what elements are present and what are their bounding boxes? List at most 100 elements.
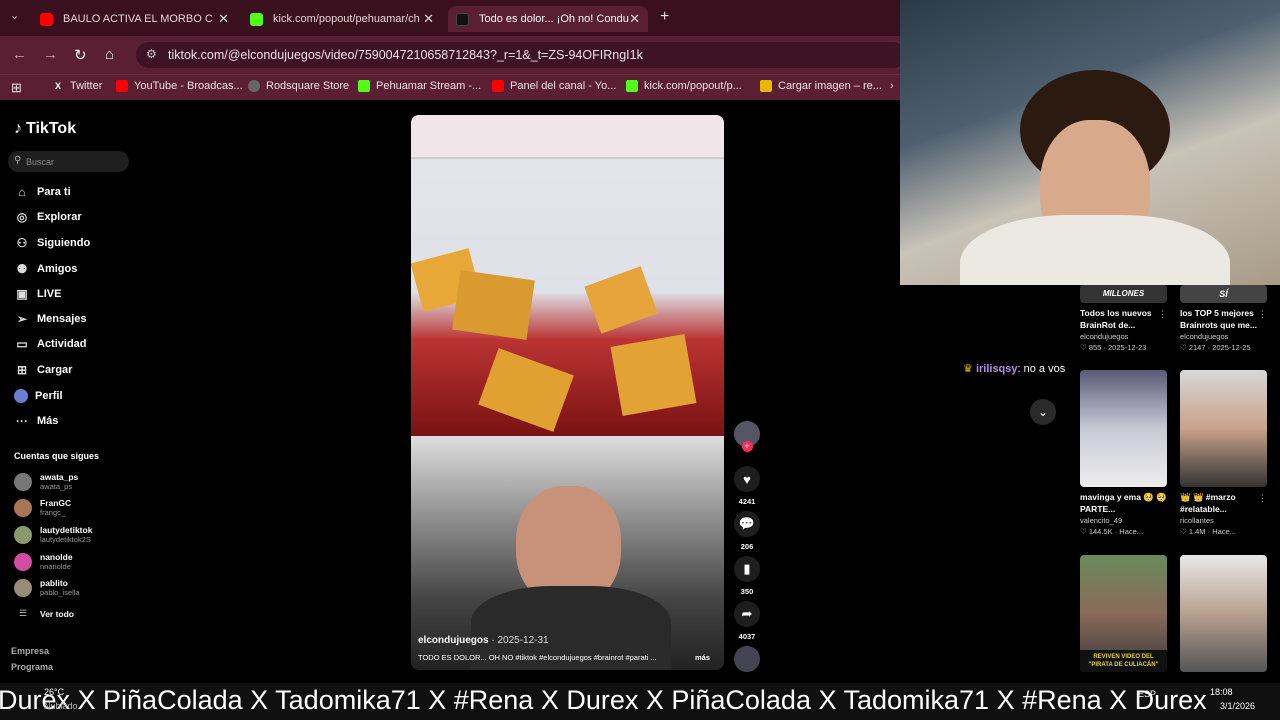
bookmark-kick-popout[interactable]: kick.com/popout/p... — [626, 80, 742, 92]
nav-mensajes[interactable]: ➢ Mensajes — [14, 312, 87, 326]
tab-search-chevron-icon[interactable]: ⌄ — [10, 9, 19, 22]
ticker-text: Durex X PiñaColada X Tadomika71 X #Rena … — [0, 685, 1207, 715]
apps-icon[interactable]: ⊞ — [11, 80, 22, 96]
video-thumbnail[interactable]: MILLONES — [1080, 285, 1167, 303]
logo-text: TikTok — [26, 120, 77, 137]
bookmark-rodsquare[interactable]: Rodsquare Store — [248, 80, 349, 92]
nav-perfil[interactable]: Perfil — [14, 389, 63, 403]
more-options-icon[interactable]: ⋮ — [1258, 493, 1267, 504]
account-handle: awata_ps — [40, 482, 73, 491]
video-card[interactable]: 👑 👑 #marzo #relatable... ricollantes ♡ 1… — [1180, 370, 1267, 538]
like-button[interactable]: ♥ 4241 — [733, 466, 761, 506]
activity-icon: ▭ — [16, 337, 28, 351]
creator-avatar[interactable]: + — [733, 421, 761, 452]
more-options-icon[interactable]: ⋮ — [1158, 493, 1167, 504]
video-author[interactable]: elcondujuegos — [1180, 331, 1267, 342]
following-account[interactable]: awata_ps awata_ps — [14, 472, 78, 491]
video-title[interactable]: mavinga y ema 🥺 🥺 PARTE... — [1080, 491, 1167, 515]
bookmark-label: Cargar imagen – re... — [778, 80, 882, 92]
following-account[interactable]: pablito pablo_isella — [14, 578, 80, 597]
video-meta: ♡ 144.5K · Hace... — [1080, 527, 1144, 536]
nav-siguiendo[interactable]: ⚇ Siguiendo — [14, 236, 91, 250]
nav-explorar[interactable]: ◎ Explorar — [14, 210, 82, 224]
search-placeholder: Buscar — [26, 156, 55, 167]
tab-2[interactable]: kick.com/popout/pehuamar/ch ✕ — [242, 6, 442, 32]
video-thumbnail[interactable] — [1180, 555, 1267, 672]
clock-date[interactable]: 3/1/2026 — [1220, 701, 1255, 711]
following-account[interactable]: nanolde nnanolde — [14, 552, 73, 571]
chevron-down-icon[interactable]: ⌄ — [1030, 399, 1056, 425]
more-bookmarks-icon[interactable]: › — [890, 80, 894, 92]
sound-disc[interactable] — [733, 646, 761, 672]
video-author[interactable]: elcondujuegos — [1080, 331, 1167, 342]
video-title[interactable]: los TOP 5 mejores Brainrots que me... — [1180, 307, 1267, 331]
video-likes: 1.4M — [1188, 527, 1206, 536]
friends-icon: ⚉ — [16, 262, 28, 276]
video-player[interactable]: elcondujuegos · 2025-12-31 TODO ES DOLOR… — [411, 115, 724, 670]
address-bar[interactable]: ⚙ tiktok.com/@elcondujuegos/video/759004… — [136, 42, 906, 68]
bookmark-twitter[interactable]: X Twitter — [52, 80, 102, 92]
site-info-icon[interactable]: ⚙ — [146, 47, 157, 61]
bookmark-cargar-imagen[interactable]: Cargar imagen – re... — [760, 80, 882, 92]
video-card[interactable]: REVIVEN VIDEO DEL "PIRATA DE CULIACÁN" — [1080, 555, 1167, 672]
webcam-shirt — [960, 215, 1230, 285]
video-author[interactable]: elcondujuegos — [418, 635, 489, 646]
video-title[interactable]: 👑 👑 #marzo #relatable... — [1180, 491, 1267, 515]
more-options-icon[interactable]: ⋮ — [1158, 309, 1167, 320]
forward-icon[interactable]: → — [43, 46, 58, 63]
clock-time[interactable]: 18:08 — [1210, 687, 1233, 697]
nav-live[interactable]: ▣ LIVE — [14, 287, 61, 301]
bookmark-panel-canal[interactable]: Panel del canal - Yo... — [492, 80, 616, 92]
share-button[interactable]: ➦ 4037 — [733, 601, 761, 641]
bookmark-pehuamar[interactable]: Pehuamar Stream -... — [358, 80, 481, 92]
back-icon[interactable]: ← — [12, 46, 27, 63]
account-name: pablito — [40, 578, 68, 588]
video-thumbnail[interactable]: REVIVEN VIDEO DEL "PIRATA DE CULIACÁN" — [1080, 555, 1167, 672]
comment-button[interactable]: 💬 206 — [733, 511, 761, 551]
video-author[interactable]: valencito_49 — [1080, 515, 1167, 526]
new-tab-button[interactable]: + — [660, 8, 669, 26]
video-card[interactable]: mavinga y ema 🥺 🥺 PARTE... valencito_49 … — [1080, 370, 1167, 538]
video-date: 2025-12-23 — [1108, 343, 1147, 352]
video-thumbnail[interactable] — [1180, 370, 1267, 487]
language-indicator[interactable]: ESP — [1138, 689, 1156, 699]
following-account[interactable]: lautydetiktok lautydetiktok2S — [14, 525, 92, 544]
close-icon[interactable]: ✕ — [423, 11, 434, 27]
video-author[interactable]: ricollantes — [1180, 515, 1267, 526]
following-account[interactable]: FranGC frangc_ — [14, 498, 71, 517]
account-handle: frangc_ — [40, 508, 66, 517]
video-author-line[interactable]: elcondujuegos · 2025-12-31 — [418, 635, 549, 646]
video-card[interactable]: MILLONES Todos los nuevos BrainRot de...… — [1080, 285, 1167, 354]
search-input[interactable]: ⚲ Buscar — [8, 151, 129, 172]
nav-amigos[interactable]: ⚉ Amigos — [14, 262, 78, 276]
footer-link-empresa[interactable]: Empresa — [11, 646, 49, 656]
see-all-link[interactable]: ☰ Ver todo — [14, 608, 74, 619]
tiktok-logo[interactable]: ♪ TikTok — [14, 120, 76, 138]
close-icon[interactable]: ✕ — [629, 11, 640, 27]
reload-icon[interactable]: ↻ — [74, 46, 87, 64]
video-card[interactable]: SÍ los TOP 5 mejores Brainrots que me...… — [1180, 285, 1267, 354]
tab-1[interactable]: BAULO ACTIVA EL MORBO CO ✕ — [32, 6, 237, 32]
video-thumbnail[interactable]: SÍ — [1180, 285, 1267, 303]
video-block — [452, 270, 535, 340]
follow-plus-icon[interactable]: + — [741, 441, 753, 452]
video-thumbnail[interactable] — [1080, 370, 1167, 487]
bookmark-youtube[interactable]: YouTube - Broadcas... — [116, 80, 243, 92]
more-options-icon[interactable]: ⋮ — [1258, 309, 1267, 320]
home-icon[interactable]: ⌂ — [105, 46, 114, 63]
tiktok-icon — [456, 12, 469, 26]
video-more-link[interactable]: más — [695, 653, 710, 662]
music-disc-icon — [734, 646, 760, 672]
video-card[interactable] — [1180, 555, 1267, 672]
nav-mas[interactable]: ··· Más — [14, 414, 58, 428]
avatar — [14, 472, 32, 491]
close-icon[interactable]: ✕ — [218, 11, 229, 27]
footer-link-programa[interactable]: Programa — [11, 662, 53, 672]
nav-actividad[interactable]: ▭ Actividad — [14, 337, 86, 351]
save-button[interactable]: ▮ 350 — [733, 556, 761, 596]
image-icon — [760, 80, 772, 92]
tab-3-active[interactable]: Todo es dolor... ¡Oh no! Condu ✕ — [448, 6, 648, 32]
nav-cargar[interactable]: ⊞ Cargar — [14, 363, 73, 377]
nav-para-ti[interactable]: ⌂ Para ti — [14, 185, 70, 199]
video-title[interactable]: Todos los nuevos BrainRot de... — [1080, 307, 1167, 331]
